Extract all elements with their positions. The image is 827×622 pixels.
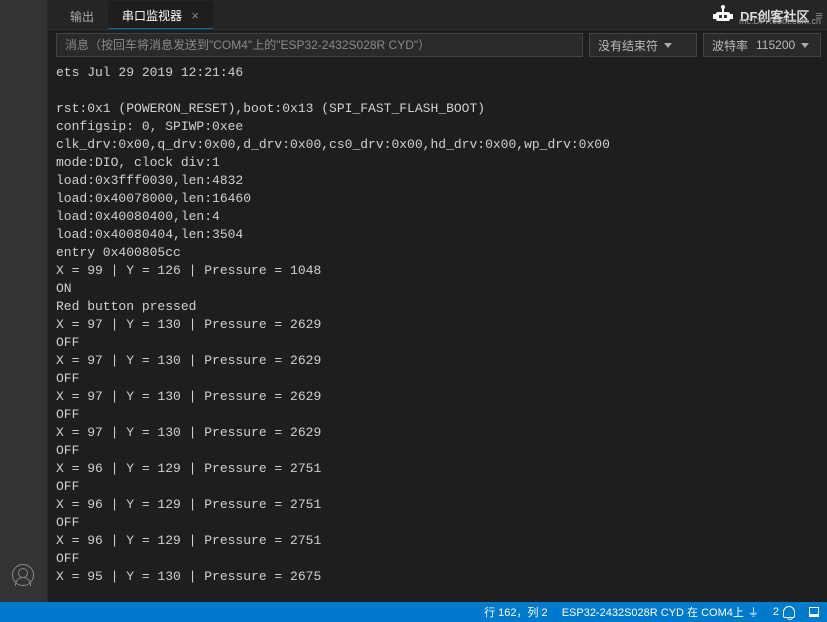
chevron-down-icon: [801, 43, 809, 48]
line-ending-select[interactable]: 没有结束符: [589, 33, 697, 57]
notif-count: 2: [773, 606, 779, 618]
serial-message-input[interactable]: [56, 33, 583, 57]
panel-tabs: 输出 串口监视器 × DF创客社区 ≡ mc.DFRobot.com.cn: [48, 0, 827, 30]
account-icon[interactable]: [12, 564, 34, 586]
bell-icon: [783, 606, 795, 618]
status-board[interactable]: ESP32-2432S028R CYD 在 COM4上 ⏚: [562, 604, 759, 620]
baud-rate-select[interactable]: 波特率 115200: [703, 33, 821, 57]
status-notifications[interactable]: 2: [773, 606, 795, 618]
activity-bar: [0, 0, 48, 622]
baud-label: 波特率: [712, 37, 748, 54]
serial-toolbar: 没有结束符 波特率 115200: [48, 30, 827, 60]
tab-serial-monitor[interactable]: 串口监视器 ×: [108, 1, 213, 29]
status-maximize[interactable]: [809, 607, 819, 617]
close-icon[interactable]: ×: [191, 8, 199, 23]
brand-subtitle: mc.DFRobot.com.cn: [739, 16, 821, 26]
baud-value: 115200: [756, 38, 795, 52]
cursor-position: 行 162，列 2: [484, 604, 548, 620]
panel: 输出 串口监视器 × DF创客社区 ≡ mc.DFRobot.com.cn 没有…: [48, 0, 827, 602]
tab-label: 串口监视器: [122, 9, 182, 23]
chevron-down-icon: [664, 43, 672, 48]
plug-icon: ⏚: [748, 604, 759, 620]
status-bar: 行 162，列 2 ESP32-2432S028R CYD 在 COM4上 ⏚ …: [0, 602, 827, 622]
line-ending-label: 没有结束符: [598, 37, 658, 54]
robot-icon: [710, 5, 736, 25]
status-cursor[interactable]: 行 162，列 2: [484, 604, 548, 620]
serial-output[interactable]: ets Jul 29 2019 12:21:46 rst:0x1 (POWERO…: [48, 60, 827, 602]
tab-label: 输出: [70, 10, 94, 24]
board-info: ESP32-2432S028R CYD 在 COM4上: [562, 604, 744, 620]
tab-output[interactable]: 输出: [56, 2, 108, 29]
maximize-icon: [809, 607, 819, 617]
